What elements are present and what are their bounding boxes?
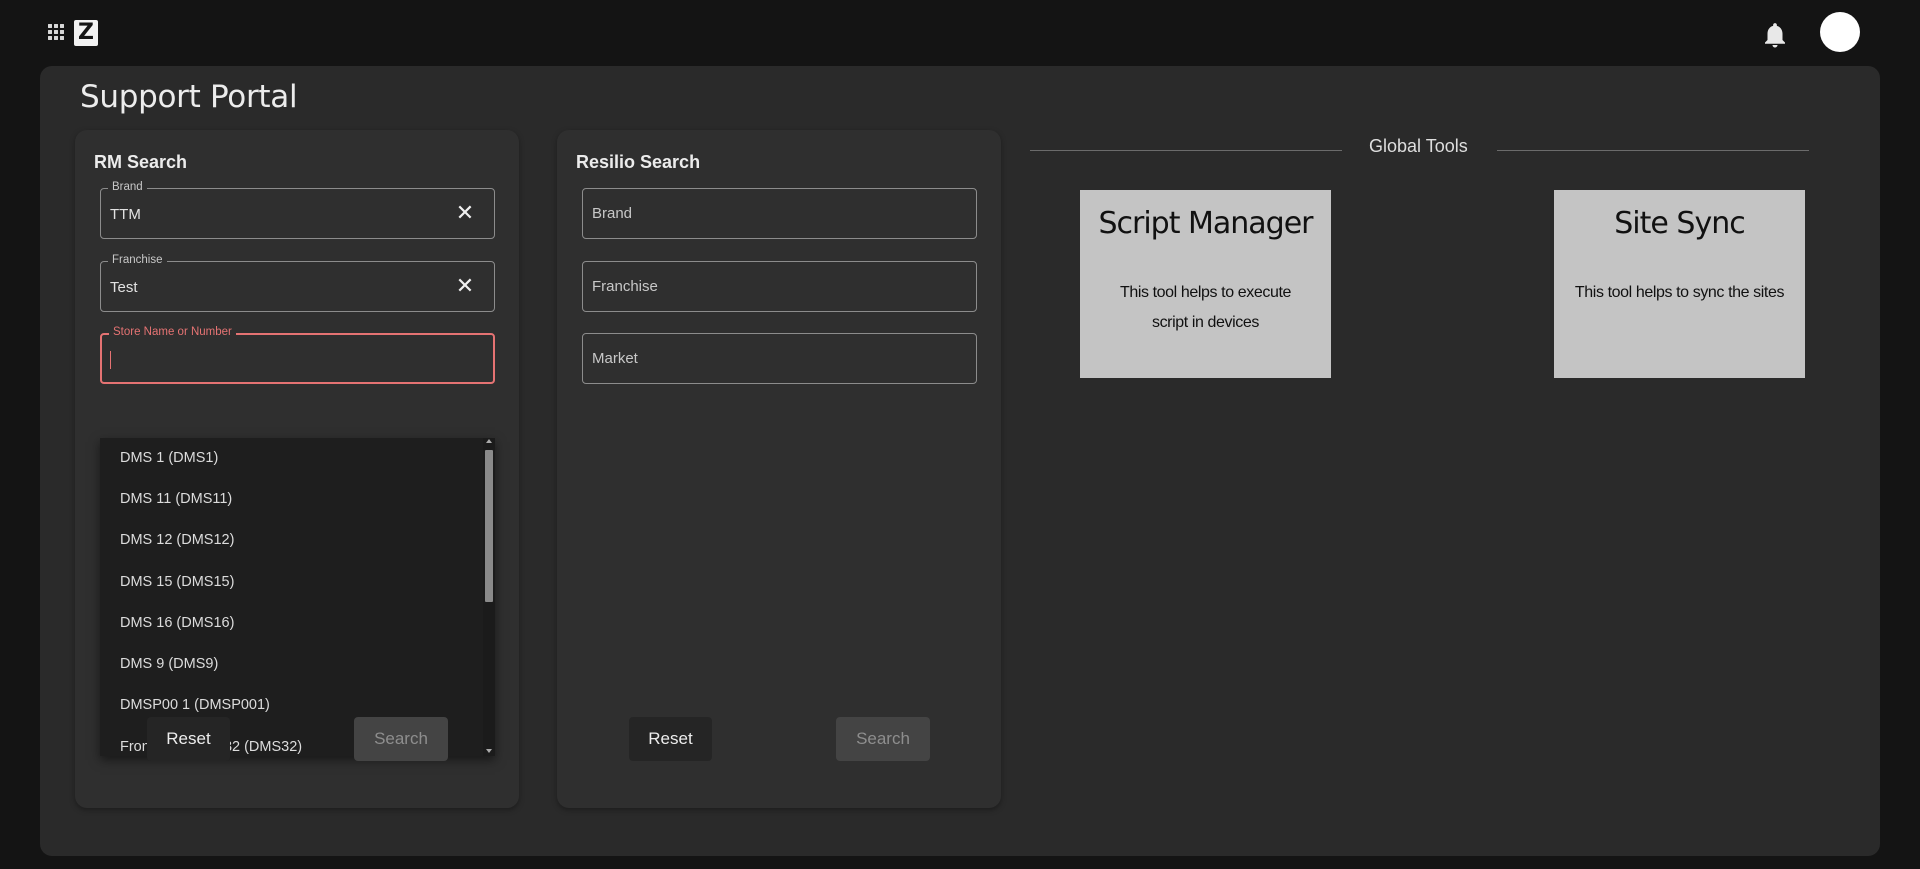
text-caret <box>110 351 111 369</box>
dropdown-option[interactable]: DMS 16 (DMS16) <box>100 603 483 644</box>
app-logo[interactable]: Z <box>74 20 98 46</box>
resilio-franchise-field[interactable]: Franchise <box>582 261 977 312</box>
main-panel: Support Portal RM Search Brand TTM ✕ Fra… <box>40 66 1880 856</box>
scroll-thumb[interactable] <box>485 450 493 602</box>
tool-description: This tool helps to sync the sites <box>1574 284 1785 301</box>
apps-grid-icon[interactable] <box>48 24 64 40</box>
global-tools-divider-left <box>1030 150 1342 151</box>
store-options-dropdown[interactable]: DMS 1 (DMS1) DMS 11 (DMS11) DMS 12 (DMS1… <box>100 438 495 756</box>
notification-bell-icon[interactable] <box>1760 20 1790 50</box>
rm-search-card: RM Search Brand TTM ✕ Franchise Test ✕ S… <box>75 130 519 808</box>
resilio-brand-field[interactable]: Brand <box>582 188 977 239</box>
rm-search-title: RM Search <box>94 152 188 172</box>
clear-brand-icon[interactable]: ✕ <box>453 201 477 225</box>
resilio-franchise-placeholder: Franchise <box>592 278 658 295</box>
franchise-field[interactable]: Franchise Test ✕ <box>100 254 495 312</box>
scroll-down-arrow-icon[interactable] <box>486 749 492 753</box>
user-avatar[interactable] <box>1820 12 1860 52</box>
resilio-brand-placeholder: Brand <box>592 205 633 222</box>
brand-field-label: Brand <box>108 181 147 193</box>
top-bar: Z <box>0 0 1920 64</box>
rm-reset-button[interactable]: Reset <box>147 717 230 761</box>
franchise-field-value: Test <box>110 279 138 296</box>
dropdown-option[interactable]: DMS 11 (DMS11) <box>100 479 483 520</box>
global-tools-divider-right <box>1497 150 1809 151</box>
dropdown-scrollbar[interactable] <box>483 438 495 756</box>
page-title: Support Portal <box>80 79 298 115</box>
resilio-market-placeholder: Market <box>592 350 638 367</box>
scroll-up-arrow-icon[interactable] <box>486 439 492 443</box>
dropdown-option[interactable]: DMS 12 (DMS12) <box>100 520 483 561</box>
clear-franchise-icon[interactable]: ✕ <box>453 274 477 298</box>
site-sync-tool-card[interactable]: Site Sync This tool helps to sync the si… <box>1554 190 1805 378</box>
tool-title: Script Manager <box>1098 206 1313 241</box>
dropdown-option[interactable]: DMS 15 (DMS15) <box>100 562 483 603</box>
franchise-field-label: Franchise <box>108 254 167 266</box>
global-tools-title: Global Tools <box>1369 136 1468 156</box>
resilio-search-card: Resilio Search Brand Franchise Market Re… <box>557 130 1001 808</box>
resilio-market-field[interactable]: Market <box>582 333 977 384</box>
rm-search-button[interactable]: Search <box>354 717 448 761</box>
resilio-search-button[interactable]: Search <box>836 717 930 761</box>
store-field-label: Store Name or Number <box>109 326 236 338</box>
tool-title: Site Sync <box>1614 206 1745 241</box>
tool-description: This tool helps to execute script in dev… <box>1119 284 1292 331</box>
brand-field-value: TTM <box>110 206 141 223</box>
script-manager-tool-card[interactable]: Script Manager This tool helps to execut… <box>1080 190 1331 378</box>
store-search-input[interactable]: Store Name or Number <box>100 326 495 384</box>
resilio-reset-button[interactable]: Reset <box>629 717 712 761</box>
resilio-search-title: Resilio Search <box>576 152 701 172</box>
dropdown-option[interactable]: DMS 1 (DMS1) <box>100 438 483 479</box>
brand-field[interactable]: Brand TTM ✕ <box>100 181 495 239</box>
dropdown-option[interactable]: DMS 9 (DMS9) <box>100 644 483 685</box>
